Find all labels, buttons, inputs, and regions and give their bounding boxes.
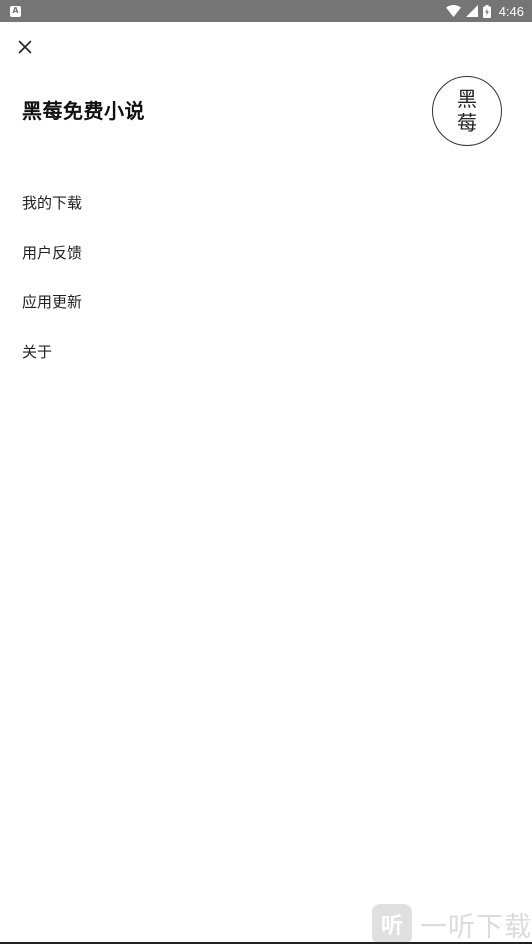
menu-item-app-update[interactable]: 应用更新	[0, 277, 532, 327]
watermark: 听 一听下载	[372, 904, 532, 944]
status-left: A	[10, 5, 21, 17]
seal-char: 莓	[457, 111, 477, 135]
close-icon	[18, 40, 32, 54]
status-bar: A 4:46	[0, 0, 532, 22]
drawer-menu: 我的下载 用户反馈 应用更新 关于	[0, 178, 532, 376]
watermark-badge: 听	[372, 904, 412, 944]
menu-item-my-downloads[interactable]: 我的下载	[0, 178, 532, 228]
menu-item-feedback[interactable]: 用户反馈	[0, 228, 532, 278]
menu-item-about[interactable]: 关于	[0, 327, 532, 377]
wifi-icon	[445, 5, 461, 17]
watermark-text: 一听下载	[420, 911, 532, 943]
cell-signal-icon	[465, 5, 478, 17]
battery-charging-icon	[482, 4, 491, 18]
app-logo-seal: 黑 莓	[432, 76, 502, 146]
notification-a-icon: A	[10, 5, 21, 17]
close-button[interactable]	[14, 36, 36, 58]
app-title: 黑莓免费小说	[22, 99, 145, 123]
status-right: 4:46	[445, 3, 524, 19]
seal-char: 黑	[457, 87, 477, 111]
status-time: 4:46	[498, 3, 524, 19]
bottom-divider	[0, 942, 532, 944]
